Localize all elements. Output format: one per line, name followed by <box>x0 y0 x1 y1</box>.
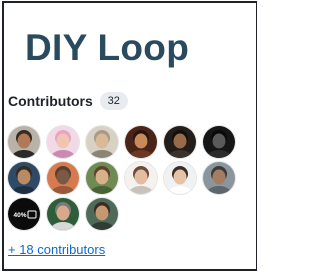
avatar-photo: 40% <box>8 198 40 230</box>
avatar-photo <box>125 162 157 194</box>
contributor-avatar[interactable] <box>125 126 157 158</box>
contributor-avatar[interactable] <box>203 126 235 158</box>
avatar-photo <box>47 126 79 158</box>
contributor-avatar[interactable] <box>164 126 196 158</box>
avatar-photo <box>125 126 157 158</box>
contributor-avatar[interactable] <box>203 162 235 194</box>
avatar-photo <box>86 198 118 230</box>
contributor-avatar[interactable] <box>47 126 79 158</box>
avatar-photo <box>86 162 118 194</box>
contributor-avatar[interactable] <box>86 162 118 194</box>
contributors-avatar-grid: 40% <box>8 126 248 230</box>
contributors-count-badge: 32 <box>99 92 128 110</box>
contributor-avatar[interactable] <box>8 162 40 194</box>
contributor-avatar[interactable] <box>47 198 79 230</box>
avatar-photo <box>47 162 79 194</box>
avatar-photo <box>47 198 79 230</box>
avatar-photo <box>203 126 235 158</box>
contributor-avatar[interactable] <box>86 126 118 158</box>
avatar-text: 40% <box>13 212 26 219</box>
contributors-heading[interactable]: Contributors <box>8 93 93 109</box>
avatar-photo <box>203 162 235 194</box>
contributor-avatar[interactable] <box>125 162 157 194</box>
avatar-photo <box>8 126 40 158</box>
contributor-avatar[interactable] <box>47 162 79 194</box>
contributor-avatar[interactable] <box>8 126 40 158</box>
more-contributors-link[interactable]: + 18 contributors <box>8 241 105 259</box>
contributor-avatar[interactable] <box>86 198 118 230</box>
avatar-photo <box>8 162 40 194</box>
avatar-photo <box>164 162 196 194</box>
contributors-header: Contributors 32 <box>8 92 128 110</box>
avatar-photo <box>164 126 196 158</box>
contributor-avatar[interactable] <box>164 162 196 194</box>
contributor-avatar[interactable]: 40% <box>8 198 40 230</box>
avatar-photo <box>86 126 118 158</box>
repo-title[interactable]: DIY Loop <box>25 26 189 70</box>
